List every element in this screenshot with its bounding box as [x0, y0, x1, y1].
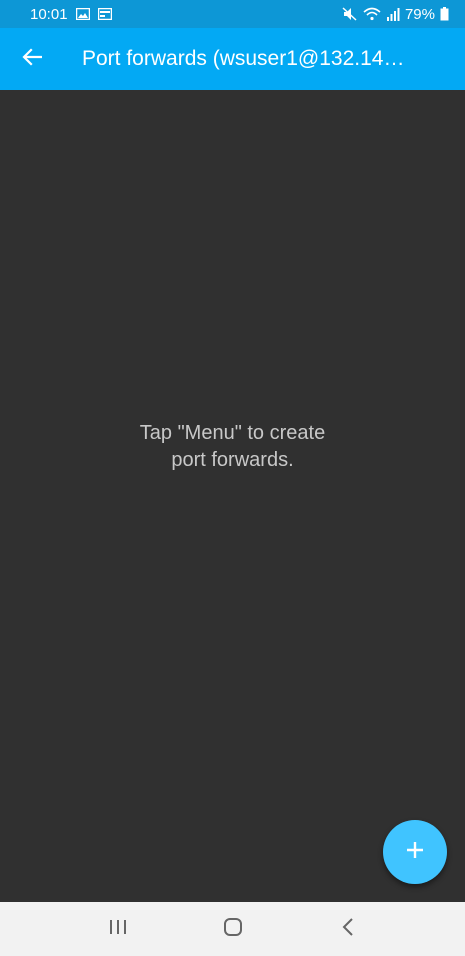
home-button[interactable]: [203, 902, 263, 956]
back-icon: [341, 917, 355, 942]
empty-state-message: Tap "Menu" to create port forwards.: [0, 420, 465, 474]
card-icon: [97, 8, 112, 20]
add-port-forward-button[interactable]: [383, 820, 447, 884]
empty-state-line-1: Tap "Menu" to create: [139, 422, 326, 444]
status-left: 10:01: [30, 6, 112, 23]
home-icon: [223, 917, 243, 942]
status-bar: 10:01 79%: [0, 0, 465, 28]
arrow-left-icon: [22, 47, 43, 71]
app-bar: Port forwards (wsuser1@132.14…: [0, 28, 465, 90]
battery-icon: [440, 7, 449, 21]
battery-percent: 79%: [404, 5, 435, 23]
status-right: 79%: [342, 6, 449, 23]
status-time: 10:01: [30, 5, 68, 23]
image-icon: [75, 8, 90, 20]
port-forward-list: Tap "Menu" to create port forwards.: [0, 90, 465, 902]
nav-back-button[interactable]: [318, 902, 378, 956]
back-button[interactable]: [0, 28, 64, 90]
plus-icon: [406, 841, 424, 864]
mute-icon: [342, 7, 358, 21]
recent-apps-icon: [108, 918, 128, 941]
empty-state-line-2: port forwards.: [171, 449, 294, 471]
wifi-icon: [363, 7, 381, 21]
signal-icon: [386, 7, 400, 21]
page-title: Port forwards (wsuser1@132.14…: [82, 47, 405, 70]
recent-apps-button[interactable]: [88, 902, 148, 956]
system-nav-bar: [0, 902, 465, 956]
